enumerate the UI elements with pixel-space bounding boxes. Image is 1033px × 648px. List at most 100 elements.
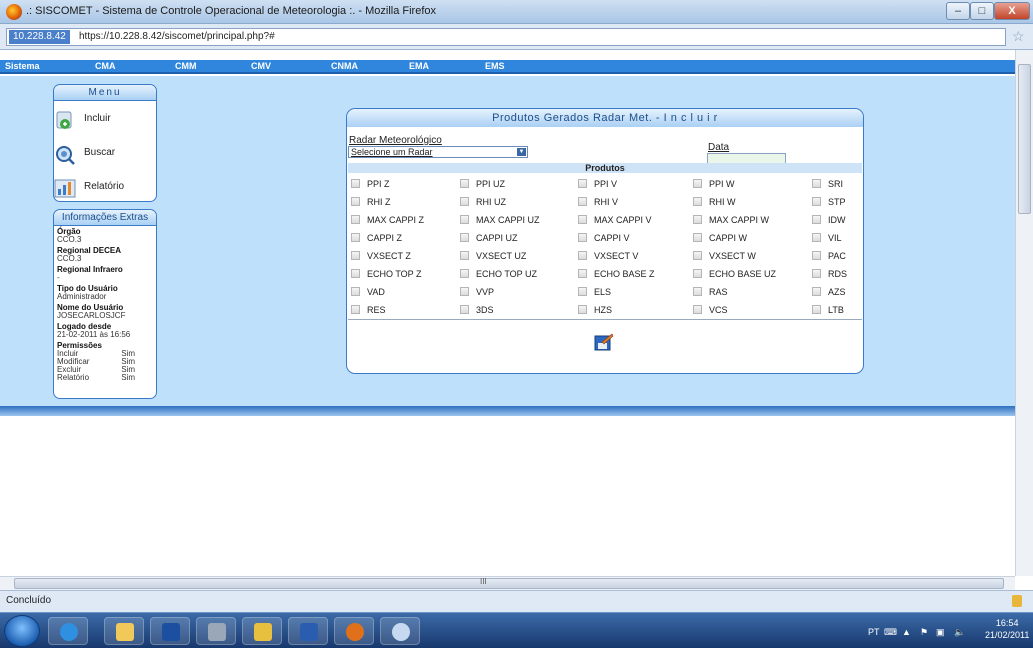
chevron-up-icon[interactable]: ▲	[902, 627, 911, 637]
product-checkbox[interactable]	[812, 215, 821, 224]
product-checkbox[interactable]	[351, 269, 360, 278]
page-footer-band	[0, 406, 1015, 416]
language-indicator[interactable]: PT	[868, 627, 880, 637]
product-checkbox[interactable]	[351, 179, 360, 188]
taskbar-app-5[interactable]	[242, 617, 282, 645]
product-checkbox[interactable]	[578, 305, 587, 314]
info-panel: Informações Extras Órgão CCO.3 Regional …	[53, 209, 157, 399]
product-checkbox[interactable]	[460, 179, 469, 188]
keyboard-icon[interactable]: ⌨	[884, 627, 897, 638]
product-checkbox[interactable]	[812, 287, 821, 296]
permission-row: Relatório Sim	[57, 374, 135, 382]
start-button[interactable]	[4, 615, 40, 647]
product-checkbox[interactable]	[578, 251, 587, 260]
firefox-icon	[6, 4, 22, 20]
product-checkbox[interactable]	[693, 269, 702, 278]
product-checkbox[interactable]	[351, 197, 360, 206]
product-label: SRI	[828, 179, 844, 189]
radar-select[interactable]: Selecione um Radar ▼	[348, 146, 528, 158]
chevron-down-icon[interactable]: ▼	[517, 148, 526, 156]
taskbar-clock[interactable]: 16:54 21/02/2011	[985, 617, 1029, 641]
menu-item-incluir[interactable]: Incluir	[54, 105, 156, 135]
product-checkbox[interactable]	[693, 215, 702, 224]
site-identity-badge[interactable]: 10.228.8.42	[9, 30, 70, 44]
flag-icon[interactable]: ⚑	[920, 627, 928, 638]
url-text[interactable]: https://10.228.8.42/siscomet/principal.p…	[79, 31, 275, 42]
taskbar-ie[interactable]	[48, 617, 88, 645]
address-bar: 10.228.8.42 https://10.228.8.42/siscomet…	[0, 24, 1033, 50]
product-checkbox[interactable]	[460, 215, 469, 224]
product-checkbox[interactable]	[693, 305, 702, 314]
menu-item-relatorio[interactable]: Relatório	[54, 173, 156, 203]
horizontal-scrollbar[interactable]: III	[0, 576, 1015, 590]
nav-ems[interactable]: EMS	[485, 61, 505, 71]
maximize-button[interactable]: □	[970, 2, 994, 20]
nav-cma[interactable]: CMA	[95, 61, 116, 71]
taskbar-paint[interactable]	[380, 617, 420, 645]
product-label: CAPPI V	[594, 233, 630, 243]
product-checkbox[interactable]	[693, 179, 702, 188]
taskbar-media-player[interactable]	[150, 617, 190, 645]
nav-cnma[interactable]: CNMA	[331, 61, 358, 71]
vertical-scrollbar[interactable]	[1015, 50, 1033, 576]
product-checkbox[interactable]	[460, 305, 469, 314]
menu-item-label: Buscar	[84, 147, 116, 158]
product-checkbox[interactable]	[460, 269, 469, 278]
form-title: Produtos Gerados Radar Met. - I n c l u …	[347, 109, 863, 127]
product-checkbox[interactable]	[460, 233, 469, 242]
taskbar-explorer[interactable]	[104, 617, 144, 645]
product-checkbox[interactable]	[578, 269, 587, 278]
close-button[interactable]: X	[994, 2, 1030, 20]
vertical-scroll-thumb[interactable]	[1018, 64, 1031, 214]
clock-time: 16:54	[995, 618, 1019, 628]
product-checkbox[interactable]	[351, 233, 360, 242]
clock-date: 21/02/2011	[985, 630, 1030, 640]
save-icon[interactable]	[594, 333, 614, 351]
nav-cmm[interactable]: CMM	[175, 61, 197, 71]
product-checkbox[interactable]	[812, 197, 821, 206]
horizontal-scroll-thumb[interactable]	[14, 578, 1004, 589]
taskbar-word[interactable]	[288, 617, 328, 645]
volume-icon[interactable]: 🔈	[954, 627, 965, 638]
product-label: PAC	[828, 251, 846, 261]
product-label: VIL	[828, 233, 842, 243]
minimize-button[interactable]: –	[946, 2, 970, 20]
product-checkbox[interactable]	[351, 215, 360, 224]
menu-panel: Menu Incluir Buscar Relatório	[53, 84, 157, 202]
product-checkbox[interactable]	[460, 287, 469, 296]
product-checkbox[interactable]	[693, 287, 702, 296]
product-checkbox[interactable]	[351, 305, 360, 314]
product-checkbox[interactable]	[812, 269, 821, 278]
product-checkbox[interactable]	[578, 215, 587, 224]
taskbar-app-4[interactable]	[196, 617, 236, 645]
lock-icon[interactable]	[1012, 595, 1022, 607]
url-field[interactable]: 10.228.8.42 https://10.228.8.42/siscomet…	[6, 28, 1006, 46]
nav-ema[interactable]: EMA	[409, 61, 429, 71]
product-checkbox[interactable]	[693, 251, 702, 260]
product-checkbox[interactable]	[812, 305, 821, 314]
product-checkbox[interactable]	[693, 197, 702, 206]
product-checkbox[interactable]	[578, 233, 587, 242]
product-checkbox[interactable]	[578, 179, 587, 188]
product-checkbox[interactable]	[578, 197, 587, 206]
nav-sistema[interactable]: Sistema	[5, 61, 40, 71]
network-icon[interactable]: ▣	[936, 627, 945, 638]
product-checkbox[interactable]	[693, 233, 702, 242]
product-checkbox[interactable]	[460, 251, 469, 260]
bookmark-star-icon[interactable]: ☆	[1012, 28, 1025, 45]
product-checkbox[interactable]	[812, 179, 821, 188]
product-label: VAD	[367, 287, 385, 297]
product-checkbox[interactable]	[812, 233, 821, 242]
product-checkbox[interactable]	[578, 287, 587, 296]
product-label: RDS	[828, 269, 848, 279]
product-checkbox[interactable]	[460, 197, 469, 206]
app-icon	[254, 623, 272, 641]
word-icon	[300, 623, 318, 641]
nav-cmv[interactable]: CMV	[251, 61, 271, 71]
product-checkbox[interactable]	[351, 287, 360, 296]
product-checkbox[interactable]	[351, 251, 360, 260]
product-checkbox[interactable]	[812, 251, 821, 260]
menu-item-buscar[interactable]: Buscar	[54, 139, 156, 169]
radar-select-value: Selecione um Radar	[351, 147, 433, 157]
taskbar-firefox[interactable]	[334, 617, 374, 645]
